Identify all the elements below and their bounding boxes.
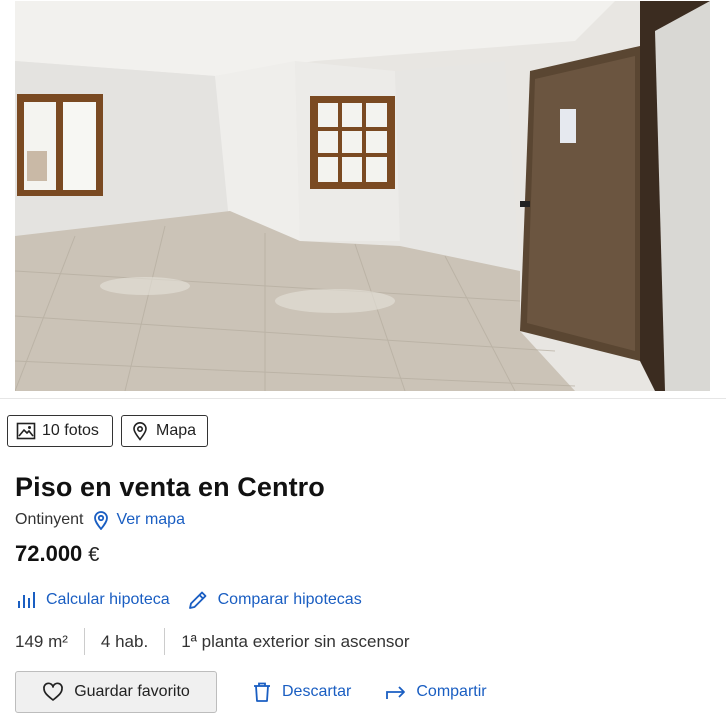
- discard-label: Descartar: [282, 683, 352, 700]
- feature-area: 149 m²: [15, 631, 68, 651]
- divider: [0, 398, 726, 399]
- map-label: Mapa: [156, 422, 197, 439]
- pencil-icon: [188, 591, 207, 609]
- listing-photo[interactable]: [15, 1, 710, 391]
- location-row: Ontinyent Ver mapa: [15, 510, 185, 530]
- compare-mortgages-label: Comparar hipotecas: [217, 591, 362, 608]
- feature-rooms: 4 hab.: [83, 628, 164, 655]
- share-label: Compartir: [416, 683, 487, 700]
- bar-chart-icon: [18, 592, 35, 608]
- save-favorite-button[interactable]: Guardar favorito: [15, 671, 217, 713]
- trash-icon: [254, 682, 270, 702]
- image-icon: [16, 422, 36, 440]
- price: 72.000 €: [15, 541, 99, 567]
- price-currency: €: [88, 544, 100, 566]
- room-photo: [15, 1, 710, 391]
- location-pin-icon: [133, 422, 147, 441]
- photos-button[interactable]: 10 fotos: [7, 415, 113, 447]
- features-list: 149 m² 4 hab. 1ª planta exterior sin asc…: [15, 628, 426, 655]
- calculate-mortgage-label: Calcular hipoteca: [46, 591, 170, 608]
- share-arrow-icon: [386, 686, 406, 699]
- location-pin-icon: [94, 511, 109, 530]
- calculate-mortgage-link[interactable]: Calcular hipoteca: [15, 589, 170, 611]
- price-value: 72.000: [15, 541, 83, 566]
- location-name: Ontinyent: [15, 511, 84, 528]
- compare-mortgages-link[interactable]: Comparar hipotecas: [187, 589, 362, 611]
- listing-title[interactable]: Piso en venta en Centro: [15, 472, 325, 503]
- discard-link[interactable]: Descartar: [251, 681, 351, 703]
- heart-icon: [43, 682, 64, 701]
- view-map-label: Ver mapa: [116, 511, 185, 528]
- feature-floor: 1ª planta exterior sin ascensor: [164, 628, 425, 655]
- map-button[interactable]: Mapa: [121, 415, 208, 447]
- share-link[interactable]: Compartir: [385, 681, 487, 703]
- mortgage-links: Calcular hipoteca Comparar hipotecas: [15, 589, 362, 611]
- save-favorite-label: Guardar favorito: [74, 683, 190, 700]
- actions-row: Guardar favorito Descartar Compartir: [15, 671, 487, 713]
- view-map-link[interactable]: Ver mapa: [92, 510, 185, 530]
- photos-label: 10 fotos: [42, 422, 99, 439]
